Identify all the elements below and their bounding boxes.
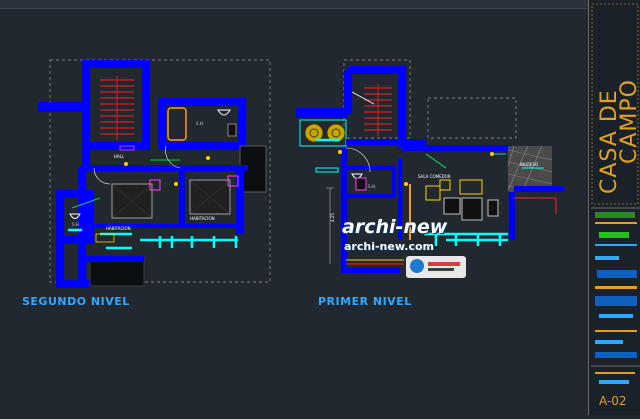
sink-icon	[227, 123, 237, 137]
sheet-number: A-02	[599, 394, 627, 408]
watermark-logo-icon	[406, 256, 466, 278]
watermark: archi-new archi-new.com	[342, 214, 482, 284]
bed-icon	[111, 179, 161, 219]
stair-wall	[348, 66, 406, 136]
cad-drawing-canvas[interactable]: S.H. S.H. HALL HABITACION HABITACION S.H…	[0, 8, 640, 415]
dimension-text: 4.25	[330, 213, 335, 222]
stair-icon	[100, 76, 134, 140]
room-label-sh-top: S.H.	[196, 121, 204, 126]
room-label-sh-left: S.H.	[72, 222, 80, 227]
label-first-floor: PRIMER NIVEL	[318, 295, 412, 308]
room-label-ingreso: INGRESO	[520, 162, 538, 167]
title-line-2: CAMPO	[617, 79, 640, 164]
plan-second-floor[interactable]: S.H. S.H. HALL HABITACION HABITACION	[38, 59, 271, 288]
entrance-hatch	[508, 146, 552, 192]
label-second-floor: SEGUNDO NIVEL	[22, 295, 130, 308]
terrace-block	[89, 259, 145, 287]
room-label-bedroom-2: HABITACION	[190, 216, 215, 221]
room-label-bedroom-1: HABITACION	[106, 226, 131, 231]
title-block[interactable]: CASA DE CAMPO A-02	[588, 0, 640, 415]
bed-icon	[189, 175, 239, 215]
room-label-hall: HALL	[114, 154, 125, 159]
bathroom-wall	[344, 166, 396, 198]
room-label-sh: S.H.	[368, 184, 376, 189]
title-block-project-name: CASA DE CAMPO	[589, 8, 640, 198]
stair-icon	[364, 84, 392, 136]
watermark-site: archi-new.com	[344, 240, 435, 253]
toilet-icon	[217, 109, 231, 116]
bathtub-icon	[167, 107, 187, 141]
balcony-wall	[38, 102, 88, 112]
room-label-sala: SALA COMEDOR	[418, 174, 451, 179]
watermark-brand: archi-new	[342, 216, 448, 238]
